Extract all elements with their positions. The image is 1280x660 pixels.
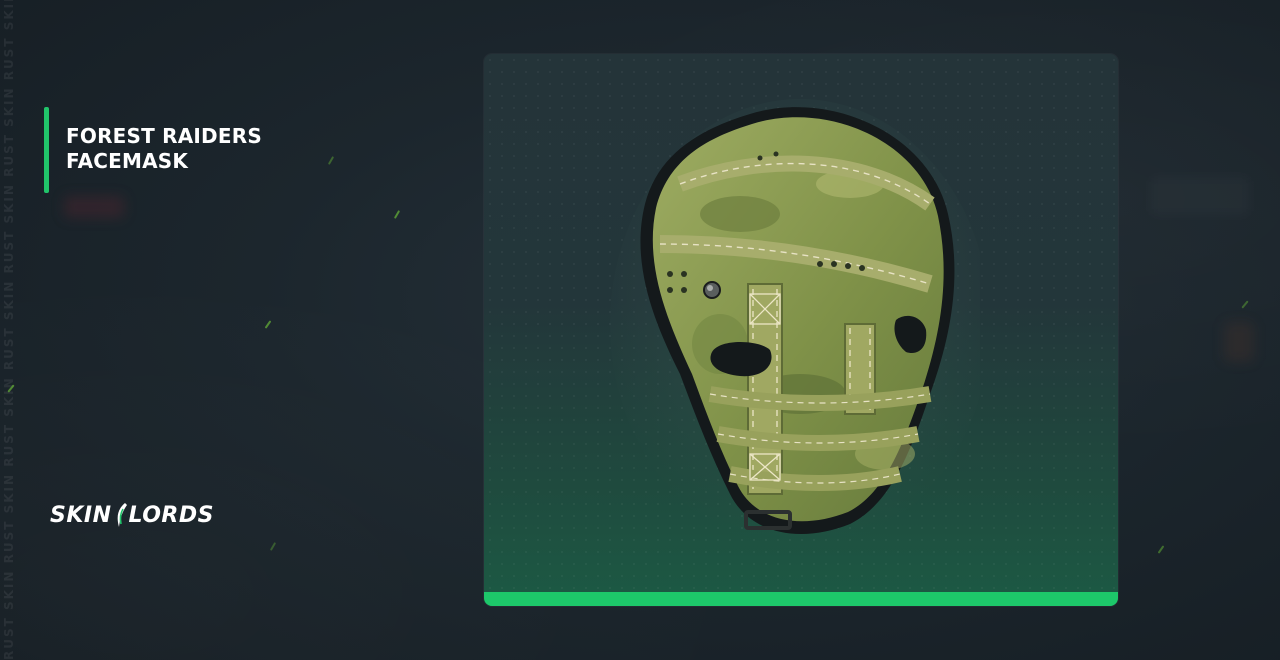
- facemask-icon: [610, 99, 980, 549]
- rarity-accent-bar: [484, 592, 1118, 606]
- logo-text-left: SKIN: [50, 502, 112, 528]
- spark-decoration: [264, 320, 272, 329]
- side-watermark: RUST SKIN RUST SKIN RUST SKIN RUST SKIN …: [2, 0, 16, 660]
- leaf-slash-icon: [117, 503, 127, 527]
- logo-text-right: LORDS: [128, 502, 214, 528]
- blurred-background-element: [64, 196, 124, 218]
- blurred-background-element: [1150, 176, 1250, 216]
- spark-decoration: [1241, 300, 1249, 309]
- spark-decoration: [269, 542, 277, 551]
- item-title-line-1: FOREST RAIDERS: [66, 124, 262, 148]
- blurred-background-element: [1224, 322, 1254, 362]
- item-preview-card: [484, 54, 1118, 606]
- skinlords-logo: SKIN LORDS: [50, 502, 214, 528]
- title-accent-bar: [44, 107, 49, 193]
- spark-decoration: [1157, 545, 1165, 554]
- item-title-line-2: FACEMASK: [66, 149, 189, 173]
- item-title: FOREST RAIDERS FACEMASK: [66, 124, 366, 174]
- spark-decoration: [393, 210, 401, 219]
